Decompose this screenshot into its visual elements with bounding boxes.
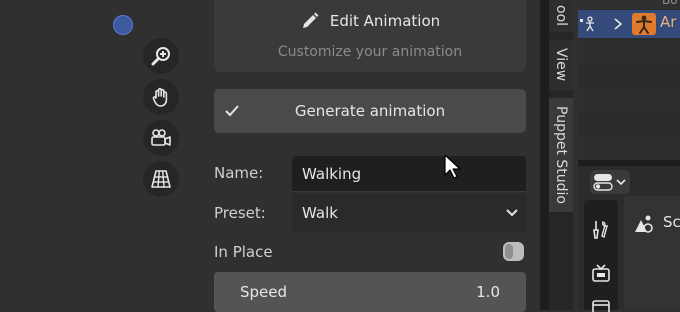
outliner-top-text: Bo [662, 0, 678, 7]
pencil-icon [302, 12, 319, 28]
name-label: Name: [214, 164, 264, 182]
preset-value: Walk [302, 203, 338, 222]
edit-animation-title: Edit Animation [329, 12, 441, 30]
tab-tool-label: ool [553, 5, 569, 27]
properties-editor-icon [593, 174, 626, 191]
armature-pose-icon [580, 16, 594, 32]
speed-label: Speed [240, 283, 288, 301]
outliner-empty-row [578, 136, 680, 160]
tab-tool[interactable]: ool [549, 0, 573, 32]
pan-hand-icon[interactable] [143, 79, 179, 115]
checkmark-icon [225, 105, 239, 117]
chevron-right-icon[interactable] [612, 18, 624, 30]
edit-animation-subtitle: Customize your animation [277, 44, 463, 60]
in-place-label: In Place [214, 243, 273, 261]
tool-icon[interactable] [590, 218, 612, 240]
preset-dropdown[interactable]: Walk [292, 193, 526, 232]
edit-animation-row[interactable]: Edit Animation [214, 6, 526, 36]
generate-animation-label: Generate animation [294, 102, 446, 120]
outliner-row-armature[interactable]: Ar [578, 10, 680, 38]
chevron-down-icon [506, 209, 518, 217]
tab-view-label: View [553, 48, 569, 82]
preset-label: Preset: [214, 204, 266, 222]
name-input[interactable]: Walking [292, 156, 526, 192]
properties-tab-column [584, 200, 618, 310]
navigation-gizmo-dot[interactable] [113, 15, 133, 35]
outliner-top-row[interactable]: Bo [578, 0, 680, 9]
mouse-cursor-icon [444, 154, 461, 179]
name-value: Walking [302, 164, 362, 183]
panel-divider[interactable] [540, 0, 549, 310]
speed-value: 1.0 [476, 283, 500, 301]
render-icon[interactable] [590, 262, 612, 284]
scene-icon [635, 215, 653, 233]
output-icon[interactable] [590, 300, 612, 312]
zoom-icon[interactable] [143, 38, 179, 74]
scene-label: Sc [663, 213, 680, 231]
outliner-empty-row [578, 40, 680, 64]
tab-puppet-studio[interactable]: Puppet Studio [549, 98, 573, 212]
tab-puppet-studio-label: Puppet Studio [553, 106, 569, 204]
edit-animation-card[interactable]: Edit Animation Customize your animation [214, 0, 526, 72]
outliner-empty-row [578, 88, 680, 112]
camera-icon[interactable] [143, 120, 179, 156]
in-place-toggle[interactable] [503, 242, 524, 261]
editor-type-dropdown[interactable] [590, 170, 630, 194]
perspective-grid-icon[interactable] [143, 161, 179, 197]
tab-view[interactable]: View [549, 40, 573, 90]
outliner-row-label: Ar [660, 13, 677, 31]
armature-object-icon [632, 13, 656, 35]
generate-animation-button[interactable]: Generate animation [214, 89, 526, 133]
speed-slider[interactable]: Speed 1.0 [214, 272, 526, 312]
toggle-knob [505, 244, 513, 259]
